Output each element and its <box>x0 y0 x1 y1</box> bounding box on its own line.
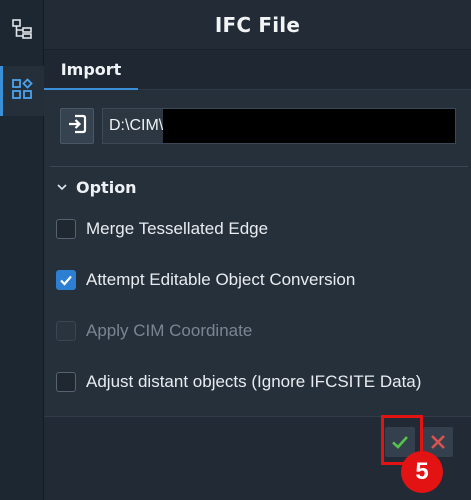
close-icon <box>431 435 445 449</box>
section-divider <box>50 166 468 167</box>
panel-title: IFC File <box>214 12 301 37</box>
option-section-label: Option <box>76 177 137 197</box>
file-path-field[interactable]: D:\CIM\ <box>102 108 456 144</box>
import-file-button[interactable] <box>60 108 94 144</box>
tree-structure-button[interactable] <box>0 6 44 56</box>
checkbox[interactable] <box>56 372 76 392</box>
option-label: Attempt Editable Object Conversion <box>86 270 356 289</box>
option-label: Merge Tessellated Edge <box>86 219 269 238</box>
panel-header: IFC File <box>44 0 471 50</box>
tab-import[interactable]: Import <box>44 50 138 90</box>
tab-bar: Import <box>44 50 471 90</box>
option-attempt-editable-object-conversion[interactable]: Attempt Editable Object Conversion <box>56 265 355 295</box>
option-section-toggle[interactable]: Option <box>56 174 137 200</box>
option-merge-tessellated-edge[interactable]: Merge Tessellated Edge <box>56 214 268 244</box>
redacted-path <box>163 109 455 143</box>
check-icon <box>60 275 72 286</box>
chevron-down-icon <box>56 178 68 197</box>
import-icon <box>66 113 88 139</box>
checkbox <box>56 321 76 341</box>
option-label: Apply CIM Coordinate <box>86 321 253 340</box>
option-apply-cim-coordinate: Apply CIM Coordinate <box>56 316 252 346</box>
option-adjust-distant-objects[interactable]: Adjust distant objects (Ignore IFCSITE D… <box>56 367 421 397</box>
file-path-text: D:\CIM\ <box>109 117 164 134</box>
grid-add-icon <box>11 78 33 104</box>
option-label: Adjust distant objects (Ignore IFCSITE D… <box>86 372 422 391</box>
grid-add-button[interactable] <box>0 66 44 116</box>
checkbox[interactable] <box>56 219 76 239</box>
checkbox[interactable] <box>56 270 76 290</box>
tree-structure-icon <box>11 18 33 44</box>
side-rail <box>0 0 44 500</box>
step-badge: 5 <box>401 451 443 493</box>
ifc-file-panel: IFC File Import D:\CIM\ Option Merge Tes… <box>44 0 471 500</box>
file-row: D:\CIM\ <box>60 106 456 146</box>
